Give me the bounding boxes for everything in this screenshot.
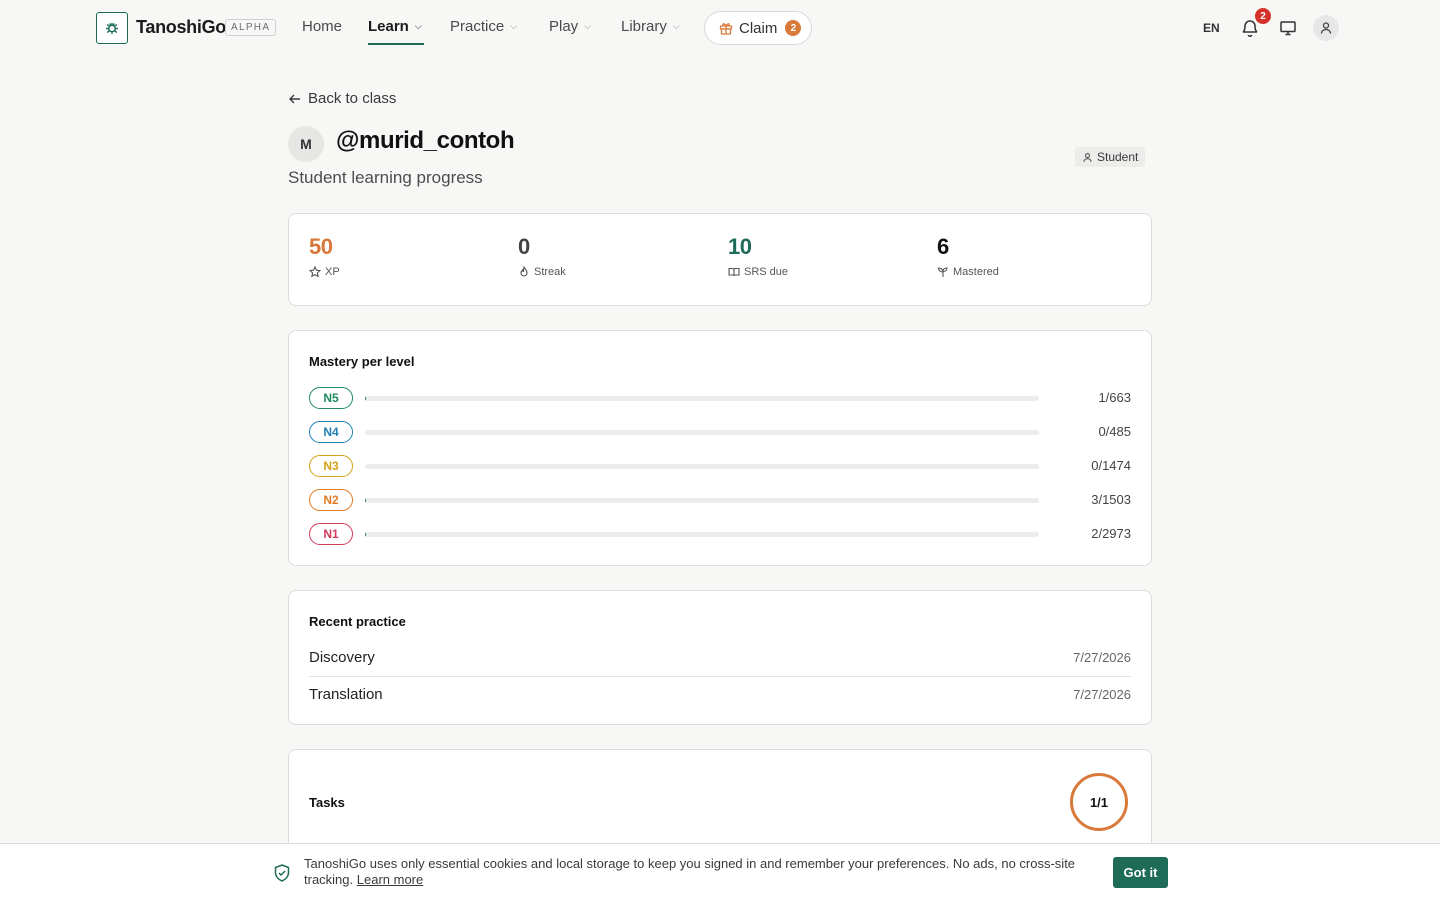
nav-home[interactable]: Home	[302, 18, 342, 35]
mastery-count: 3/1503	[1091, 492, 1131, 507]
mastery-progress-bar	[365, 464, 1039, 469]
nav-library-label: Library	[621, 18, 667, 35]
role-badge: Student	[1075, 147, 1146, 167]
monitor-icon	[1280, 21, 1296, 36]
stats-card: 50 XP 0 Streak 10 SRS due 6 Mastered	[288, 213, 1152, 306]
recent-practice-title: Recent practice	[309, 614, 406, 629]
mastery-card: Mastery per level N5 1/663 N4 0/485 N3 0/1474…	[288, 330, 1152, 566]
stat-xp-label: XP	[325, 266, 340, 278]
level-badge: N1	[309, 523, 353, 545]
mastery-count: 2/2973	[1091, 526, 1131, 541]
nav-learn-label: Learn	[368, 18, 409, 35]
stat-streak: 0 Streak	[518, 234, 566, 278]
mastery-progress-fill	[365, 498, 367, 503]
tasks-title: Tasks	[309, 795, 345, 810]
stat-xp-value: 50	[309, 234, 333, 259]
stat-mastered-value: 6	[937, 234, 949, 259]
user-icon	[1320, 22, 1332, 34]
mastery-title: Mastery per level	[309, 354, 415, 369]
nav-play[interactable]: Play ⌵	[549, 18, 591, 35]
mastery-count: 0/1474	[1091, 458, 1131, 473]
practice-date: 7/27/2026	[1073, 687, 1131, 702]
flame-icon	[520, 266, 528, 277]
sprout-icon	[937, 267, 948, 277]
bug-logo-icon	[106, 23, 118, 34]
chevron-down-icon: ⌵	[672, 21, 680, 31]
nav-practice[interactable]: Practice ⌵	[450, 18, 517, 35]
practice-date: 7/27/2026	[1073, 650, 1131, 665]
mastery-progress-bar	[365, 396, 1039, 401]
learn-more-link[interactable]: Learn more	[357, 872, 423, 887]
cookie-banner: TanoshiGo uses only essential cookies an…	[0, 843, 1440, 900]
role-label: Student	[1097, 150, 1139, 164]
mastery-row-n2: N2 3/1503	[309, 489, 1131, 511]
stat-srs-value: 10	[728, 234, 752, 259]
nav-active-underline	[368, 43, 424, 45]
level-badge: N4	[309, 421, 353, 443]
user-icon	[1083, 152, 1092, 162]
claim-label: Claim	[739, 19, 778, 37]
logo[interactable]	[96, 12, 128, 44]
brand-name[interactable]: TanoshiGo	[136, 17, 226, 38]
stat-streak-value: 0	[518, 234, 530, 259]
nav-home-label: Home	[302, 18, 343, 35]
got-it-button[interactable]: Got it	[1113, 857, 1168, 888]
language-switcher[interactable]: EN	[1203, 21, 1220, 35]
mastery-row-n4: N4 0/485	[309, 421, 1131, 443]
practice-name: Translation	[309, 686, 383, 703]
list-item[interactable]: Discovery 7/27/2026	[309, 639, 1131, 676]
chevron-down-icon: ⌵	[510, 21, 518, 31]
level-badge: N5	[309, 387, 353, 409]
chevron-down-icon: ⌵	[584, 21, 592, 31]
student-avatar: M	[288, 126, 324, 162]
cookie-message: TanoshiGo uses only essential cookies an…	[304, 856, 1084, 888]
mastery-progress-bar	[365, 532, 1039, 537]
star-icon	[309, 266, 321, 278]
stat-mastered-label: Mastered	[953, 266, 999, 278]
gift-icon	[719, 23, 733, 35]
claim-count-badge: 2	[785, 20, 802, 36]
mastery-progress-bar	[365, 430, 1039, 435]
nav-learn[interactable]: Learn ⌵	[368, 18, 422, 35]
stat-srs-due: 10 SRS due	[728, 234, 788, 278]
mastery-row-n3: N3 0/1474	[309, 455, 1131, 477]
stat-srs-label: SRS due	[744, 266, 789, 278]
book-icon	[728, 267, 740, 277]
student-username: @murid_contoh	[336, 127, 515, 154]
level-badge: N3	[309, 455, 353, 477]
nav-library[interactable]: Library ⌵	[621, 18, 680, 35]
alpha-badge: ALPHA	[225, 19, 277, 36]
display-mode-button[interactable]	[1276, 16, 1300, 40]
notification-count-badge: 2	[1255, 8, 1271, 24]
mastery-row-n1: N1 2/2973	[309, 523, 1131, 545]
list-item[interactable]: Translation 7/27/2026	[309, 676, 1131, 713]
top-navigation-bar: TanoshiGo ALPHA Home Learn ⌵ Practice ⌵ …	[0, 0, 1440, 56]
page-subtitle: Student learning progress	[288, 168, 483, 187]
level-badge: N2	[309, 489, 353, 511]
back-to-class-link[interactable]: Back to class	[288, 90, 396, 107]
practice-name: Discovery	[309, 649, 375, 666]
claim-button[interactable]: Claim 2	[704, 11, 812, 45]
shield-check-icon	[274, 864, 290, 882]
chevron-down-icon: ⌵	[414, 21, 422, 31]
stat-mastered: 6 Mastered	[937, 234, 999, 278]
back-to-class-label: Back to class	[308, 90, 397, 107]
mastery-progress-fill	[365, 396, 366, 401]
arrow-left-icon	[289, 94, 300, 103]
mastery-count: 1/663	[1098, 390, 1131, 405]
mastery-count: 0/485	[1098, 424, 1131, 439]
nav-play-label: Play	[549, 18, 579, 35]
stat-xp: 50 XP	[309, 234, 340, 278]
account-menu-button[interactable]	[1313, 15, 1339, 41]
tasks-progress-ring: 1/1	[1070, 773, 1128, 831]
nav-practice-label: Practice	[450, 18, 505, 35]
stat-streak-label: Streak	[534, 266, 566, 278]
mastery-row-n5: N5 1/663	[309, 387, 1131, 409]
mastery-progress-bar	[365, 498, 1039, 503]
recent-practice-card: Recent practice Discovery 7/27/2026 Tran…	[288, 590, 1152, 725]
